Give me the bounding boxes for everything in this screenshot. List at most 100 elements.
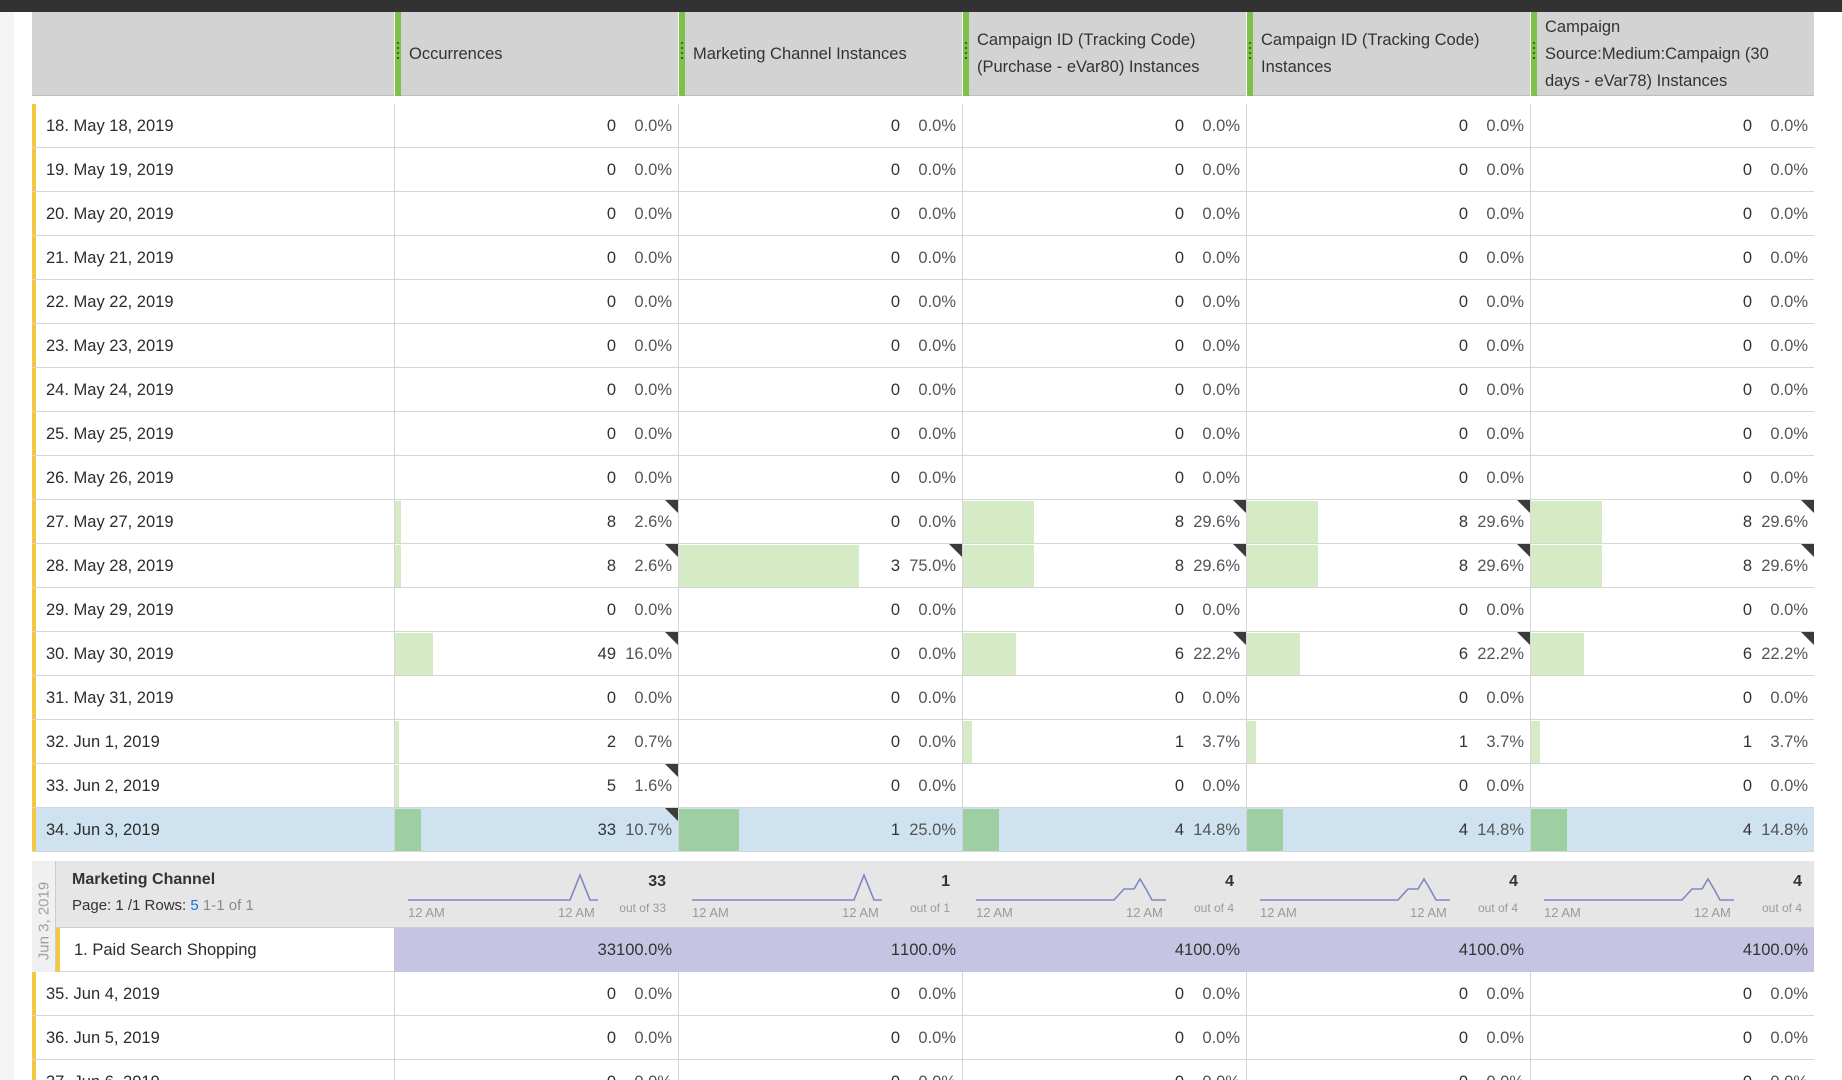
anomaly-flag-icon[interactable] xyxy=(665,632,678,645)
anomaly-flag-icon[interactable] xyxy=(1233,632,1246,645)
metric-value: 0 xyxy=(890,117,900,135)
metric-percent: 2.6% xyxy=(634,557,672,575)
table-row[interactable]: 30. May 30, 2019 49 16.0% 0 0.0% 6 22.2% 6 22.2%… xyxy=(32,632,1814,676)
anomaly-flag-icon[interactable] xyxy=(1517,544,1530,557)
row-label[interactable]: 36. Jun 5, 2019 xyxy=(46,1016,160,1060)
rows-per-page-link[interactable]: 5 xyxy=(190,897,198,914)
sparkline-cell: 12 AM 12 AM 4 out of 4 xyxy=(1530,861,1814,928)
metric-value: 1 xyxy=(890,941,900,959)
anomaly-flag-icon[interactable] xyxy=(1801,544,1814,557)
anomaly-flag-icon[interactable] xyxy=(665,500,678,513)
metric-percent: 0.0% xyxy=(1486,293,1524,311)
row-label[interactable]: 20. May 20, 2019 xyxy=(46,192,174,236)
metric-value: 0 xyxy=(1458,205,1468,223)
anomaly-flag-icon[interactable] xyxy=(1801,500,1814,513)
table-row[interactable]: 21. May 21, 2019 0 0.0% 0 0.0% 0 0.0% 0 0.0% 0 0.0… xyxy=(32,236,1814,280)
table-row[interactable]: 18. May 18, 2019 0 0.0% 0 0.0% 0 0.0% 0 0.0% 0 0.0… xyxy=(32,104,1814,148)
percent-bar xyxy=(963,809,999,851)
column-drag-handle[interactable] xyxy=(679,12,685,96)
metric-cell: 4 14.8% xyxy=(962,808,1246,852)
row-label[interactable]: 30. May 30, 2019 xyxy=(46,632,174,676)
row-label[interactable]: 23. May 23, 2019 xyxy=(46,324,174,368)
metric-value: 0 xyxy=(890,733,900,751)
anomaly-flag-icon[interactable] xyxy=(1517,632,1530,645)
row-label[interactable]: 37. Jun 6, 2019 xyxy=(46,1060,160,1080)
table-row[interactable]: 36. Jun 5, 2019 0 0.0% 0 0.0% 0 0.0% 0 0.0% 0 0.0% xyxy=(32,1016,1814,1060)
column-drag-handle[interactable] xyxy=(1531,12,1537,96)
anomaly-flag-icon[interactable] xyxy=(949,544,962,557)
sparkline-total: 4 xyxy=(1509,873,1518,890)
table-row[interactable]: 19. May 19, 2019 0 0.0% 0 0.0% 0 0.0% 0 0.0% 0 0.0… xyxy=(32,148,1814,192)
anomaly-flag-icon[interactable] xyxy=(1233,500,1246,513)
table-row[interactable]: 23. May 23, 2019 0 0.0% 0 0.0% 0 0.0% 0 0.0% 0 0.0… xyxy=(32,324,1814,368)
breakdown-title[interactable]: Marketing Channel xyxy=(72,871,215,889)
anomaly-flag-icon[interactable] xyxy=(1801,632,1814,645)
metric-value: 0 xyxy=(606,249,616,267)
column-header[interactable]: Campaign Source:Medium:Campaign (30 days… xyxy=(1530,12,1814,96)
anomaly-flag-icon[interactable] xyxy=(1517,500,1530,513)
table-row[interactable]: 28. May 28, 2019 8 2.6% 3 75.0% 8 29.6% 8 29.6% 8… xyxy=(32,544,1814,588)
row-label[interactable]: 22. May 22, 2019 xyxy=(46,280,174,324)
table-row[interactable]: 27. May 27, 2019 8 2.6% 0 0.0% 8 29.6% 8 29.6% 8 2… xyxy=(32,500,1814,544)
table-row[interactable]: 32. Jun 1, 2019 2 0.7% 0 0.0% 1 3.7% 1 3.7% 1 3.7% xyxy=(32,720,1814,764)
metric-cell: 0 0.0% xyxy=(962,368,1246,412)
row-label[interactable]: 33. Jun 2, 2019 xyxy=(46,764,160,808)
anomaly-flag-icon[interactable] xyxy=(665,808,678,821)
breakdown-item-label[interactable]: 1. Paid Search Shopping xyxy=(74,928,257,972)
column-header[interactable]: Campaign ID (Tracking Code) Instances xyxy=(1246,12,1530,96)
table-row[interactable]: 24. May 24, 2019 0 0.0% 0 0.0% 0 0.0% 0 0.0% 0 0.0… xyxy=(32,368,1814,412)
metric-percent: 0.0% xyxy=(918,381,956,399)
table-row[interactable]: 37. Jun 6, 201900.0%00.0%00.0%00.0%00.0% xyxy=(32,1060,1814,1080)
table-row[interactable]: 20. May 20, 2019 0 0.0% 0 0.0% 0 0.0% 0 0.0% 0 0.0… xyxy=(32,192,1814,236)
metric-percent: 0.0% xyxy=(918,985,956,1003)
column-header[interactable]: Occurrences xyxy=(394,12,678,96)
row-label[interactable]: 18. May 18, 2019 xyxy=(46,104,174,148)
metric-percent: 0.0% xyxy=(1202,601,1240,619)
table-row[interactable]: 34. Jun 3, 2019 33 10.7% 1 25.0% 4 14.8% 4 14.8%… xyxy=(32,808,1814,852)
row-label[interactable]: 35. Jun 4, 2019 xyxy=(46,972,160,1016)
breakdown-metric-cell: 4 100.0% xyxy=(962,928,1246,972)
column-drag-handle[interactable] xyxy=(963,12,969,96)
table-row[interactable]: 31. May 31, 2019 0 0.0% 0 0.0% 0 0.0% 0 0.0% 0 0.0… xyxy=(32,676,1814,720)
metric-percent: 0.0% xyxy=(634,1029,672,1047)
percent-bar xyxy=(1531,545,1602,587)
anomaly-flag-icon[interactable] xyxy=(1233,544,1246,557)
metric-value: 8 xyxy=(606,557,616,575)
table-row[interactable]: 35. Jun 4, 2019 0 0.0% 0 0.0% 0 0.0% 0 0.0% 0 0.0% xyxy=(32,972,1814,1016)
table-row[interactable]: 22. May 22, 2019 0 0.0% 0 0.0% 0 0.0% 0 0.0% 0 0.0… xyxy=(32,280,1814,324)
metric-percent: 0.0% xyxy=(1486,117,1524,135)
column-drag-handle[interactable] xyxy=(1247,12,1253,96)
breakdown-parent-date: Jun 3, 2019 xyxy=(35,881,52,960)
metric-cell: 0 0.0% xyxy=(1530,1016,1814,1060)
table-row[interactable]: 26. May 26, 2019 0 0.0% 0 0.0% 0 0.0% 0 0.0% 0 0.0… xyxy=(32,456,1814,500)
metric-cell: 0 0.0% xyxy=(1246,1016,1530,1060)
row-label[interactable]: 29. May 29, 2019 xyxy=(46,588,174,632)
anomaly-flag-icon[interactable] xyxy=(665,544,678,557)
metric-percent: 0.0% xyxy=(1202,689,1240,707)
column-header[interactable]: Marketing Channel Instances xyxy=(678,12,962,96)
row-label[interactable]: 28. May 28, 2019 xyxy=(46,544,174,588)
row-label[interactable]: 21. May 21, 2019 xyxy=(46,236,174,280)
table-row[interactable]: 25. May 25, 2019 0 0.0% 0 0.0% 0 0.0% 0 0.0% 0 0.0… xyxy=(32,412,1814,456)
table-row[interactable]: 29. May 29, 2019 0 0.0% 0 0.0% 0 0.0% 0 0.0% 0 0.0… xyxy=(32,588,1814,632)
row-label[interactable]: 32. Jun 1, 2019 xyxy=(46,720,160,764)
metric-percent: 0.0% xyxy=(634,161,672,179)
metric-percent: 0.0% xyxy=(902,1060,956,1080)
row-label[interactable]: 19. May 19, 2019 xyxy=(46,148,174,192)
column-drag-handle[interactable] xyxy=(395,12,401,96)
row-label[interactable]: 34. Jun 3, 2019 xyxy=(46,808,160,852)
metric-cell: 0 0.0% xyxy=(394,236,678,280)
anomaly-flag-icon[interactable] xyxy=(665,764,678,777)
metric-percent: 0.0% xyxy=(1770,777,1808,795)
row-label[interactable]: 31. May 31, 2019 xyxy=(46,676,174,720)
table-row[interactable]: 33. Jun 2, 2019 5 1.6% 0 0.0% 0 0.0% 0 0.0% 0 0.0% xyxy=(32,764,1814,808)
metric-percent: 0.0% xyxy=(918,733,956,751)
metric-value: 0 xyxy=(1742,469,1752,487)
row-label[interactable]: 27. May 27, 2019 xyxy=(46,500,174,544)
metric-percent: 0.0% xyxy=(1770,689,1808,707)
row-label[interactable]: 25. May 25, 2019 xyxy=(46,412,174,456)
row-label[interactable]: 26. May 26, 2019 xyxy=(46,456,174,500)
metric-percent: 10.7% xyxy=(625,821,672,839)
column-header[interactable]: Campaign ID (Tracking Code) (Purchase - … xyxy=(962,12,1246,96)
row-label[interactable]: 24. May 24, 2019 xyxy=(46,368,174,412)
